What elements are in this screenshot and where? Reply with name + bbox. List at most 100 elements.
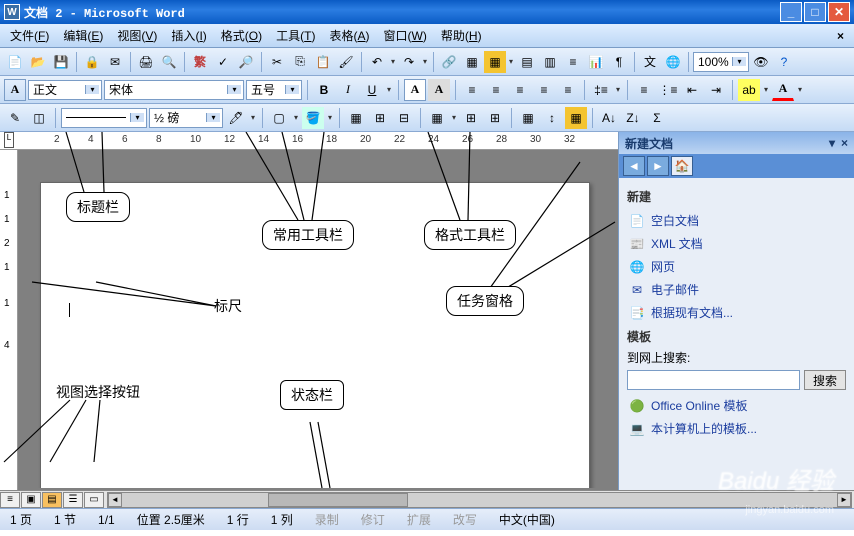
highlight-button[interactable]: ab: [738, 79, 760, 101]
undo-dropdown[interactable]: ▾: [389, 57, 397, 66]
size-dropdown[interactable]: ▾: [285, 85, 299, 94]
mdi-close-button[interactable]: ×: [831, 29, 850, 43]
align-top-button[interactable]: ▦: [426, 107, 448, 129]
paste-button[interactable]: 📋: [312, 51, 334, 73]
cell-align-dropdown[interactable]: ▾: [450, 113, 458, 122]
mail-button[interactable]: ✉: [104, 51, 126, 73]
zoom-dropdown[interactable]: ▾: [732, 57, 746, 66]
merge-cells-button[interactable]: ⊞: [369, 107, 391, 129]
scroll-left-arrow[interactable]: ◄: [108, 493, 122, 507]
sort-asc-button[interactable]: A↓: [598, 107, 620, 129]
tab-type-marker[interactable]: L: [4, 132, 14, 148]
taskpane-item-office-online[interactable]: 🟢Office Online 模板: [627, 394, 846, 417]
redo-dropdown[interactable]: ▾: [421, 57, 429, 66]
minimize-button[interactable]: _: [780, 2, 802, 22]
distribute-rows-button[interactable]: ⊞: [460, 107, 482, 129]
underline-button[interactable]: U: [361, 79, 383, 101]
taskpane-back-button[interactable]: ◄: [623, 156, 645, 176]
change-direction-button[interactable]: ▦: [565, 107, 587, 129]
draw-table-button[interactable]: ✎: [4, 107, 26, 129]
cut-button[interactable]: ✂: [266, 51, 288, 73]
help-button[interactable]: ?: [773, 51, 795, 73]
normal-view-button[interactable]: ≡: [0, 492, 20, 508]
status-record[interactable]: 录制: [311, 511, 343, 528]
vertical-ruler[interactable]: 1 1 2 1 1 4: [0, 150, 18, 490]
border-color-dropdown[interactable]: ▾: [249, 113, 257, 122]
show-formatting-button[interactable]: ¶: [608, 51, 630, 73]
format-painter-button[interactable]: 🖌: [335, 51, 357, 73]
close-button[interactable]: ✕: [828, 2, 850, 22]
insert-table-button[interactable]: ▦: [484, 51, 506, 73]
size-combo[interactable]: 五号 ▾: [246, 80, 302, 100]
font-color-dropdown[interactable]: ▾: [796, 85, 804, 94]
char-border-button[interactable]: A: [404, 79, 426, 101]
taskpane-dropdown-icon[interactable]: ▾: [829, 136, 835, 150]
spellcheck-button[interactable]: 繁: [189, 51, 211, 73]
borders-dropdown[interactable]: ▾: [292, 113, 300, 122]
scroll-right-arrow[interactable]: ►: [837, 493, 851, 507]
taskpane-item-webpage[interactable]: 🌐网页: [627, 255, 846, 278]
status-track[interactable]: 修订: [357, 511, 389, 528]
scroll-thumb[interactable]: [268, 493, 408, 507]
zoom-combo[interactable]: 100% ▾: [693, 52, 749, 72]
taskpane-item-local-templates[interactable]: 💻本计算机上的模板...: [627, 417, 846, 440]
menu-insert[interactable]: 插入(I): [165, 25, 212, 46]
status-overtype[interactable]: 改写: [449, 511, 481, 528]
numbering-button[interactable]: ≡: [633, 79, 655, 101]
align-right-button[interactable]: ≡: [509, 79, 531, 101]
taskpane-item-email[interactable]: ✉电子邮件: [627, 278, 846, 301]
horizontal-ruler[interactable]: L 2 4 6 8 10 12 14 16 18 20 22 24 26 28 …: [0, 132, 618, 150]
taskpane-home-button[interactable]: 🏠: [671, 156, 693, 176]
line-weight-combo[interactable]: ½ 磅 ▾: [149, 108, 223, 128]
align-center-button[interactable]: ≡: [485, 79, 507, 101]
horizontal-scrollbar[interactable]: ◄ ►: [107, 492, 852, 508]
table-dropdown[interactable]: ▾: [507, 57, 515, 66]
taskpane-forward-button[interactable]: ►: [647, 156, 669, 176]
preview-button[interactable]: 🔍: [158, 51, 180, 73]
web-view-button[interactable]: ▣: [21, 492, 41, 508]
font-dropdown[interactable]: ▾: [227, 85, 241, 94]
increase-indent-button[interactable]: ⇥: [705, 79, 727, 101]
style-combo[interactable]: 正文 ▾: [28, 80, 102, 100]
status-extend[interactable]: 扩展: [403, 511, 435, 528]
menu-window[interactable]: 窗口(W): [378, 25, 433, 46]
borders-button[interactable]: ▢: [268, 107, 290, 129]
open-button[interactable]: 📂: [27, 51, 49, 73]
font-color-button[interactable]: A: [772, 79, 794, 101]
line-spacing-button[interactable]: ‡≡: [590, 79, 612, 101]
columns-button[interactable]: ▥: [539, 51, 561, 73]
thesaurus-button[interactable]: 🔎: [235, 51, 257, 73]
menu-help[interactable]: 帮助(H): [435, 25, 488, 46]
hyperlink-button[interactable]: 🔗: [438, 51, 460, 73]
shading-color-button[interactable]: 🪣: [302, 107, 324, 129]
shading-dropdown[interactable]: ▾: [326, 113, 334, 122]
research-button[interactable]: ✓: [212, 51, 234, 73]
taskpane-item-blank-doc[interactable]: 📄空白文档: [627, 209, 846, 232]
chinese-layout-button[interactable]: 文: [639, 51, 661, 73]
split-cells-button[interactable]: ⊟: [393, 107, 415, 129]
char-shading-button[interactable]: A: [428, 79, 450, 101]
undo-button[interactable]: ↶: [366, 51, 388, 73]
autoformat-button[interactable]: ▦: [517, 107, 539, 129]
align-left-button[interactable]: ≡: [461, 79, 483, 101]
translate-button[interactable]: 🌐: [662, 51, 684, 73]
bullets-button[interactable]: ⋮≡: [657, 79, 679, 101]
eraser-button[interactable]: ◫: [28, 107, 50, 129]
menu-edit[interactable]: 编辑(E): [57, 25, 109, 46]
print-layout-view-button[interactable]: ▤: [42, 492, 62, 508]
taskpane-search-input[interactable]: [627, 370, 800, 390]
align-justify-button[interactable]: ≡: [533, 79, 555, 101]
menu-view[interactable]: 视图(V): [111, 25, 163, 46]
insert-table2-button[interactable]: ▦: [345, 107, 367, 129]
tables-button[interactable]: ▦: [461, 51, 483, 73]
read-mode-button[interactable]: 👁: [750, 51, 772, 73]
bold-button[interactable]: B: [313, 79, 335, 101]
print-button[interactable]: 🖨: [135, 51, 157, 73]
line-style-combo[interactable]: ▾: [61, 108, 147, 128]
line-weight-dropdown[interactable]: ▾: [206, 113, 220, 122]
underline-dropdown[interactable]: ▾: [385, 85, 393, 94]
line-style-dropdown[interactable]: ▾: [130, 113, 144, 122]
styles-pane-button[interactable]: A: [4, 79, 26, 101]
line-spacing-dropdown[interactable]: ▾: [614, 85, 622, 94]
sort-desc-button[interactable]: Z↓: [622, 107, 644, 129]
